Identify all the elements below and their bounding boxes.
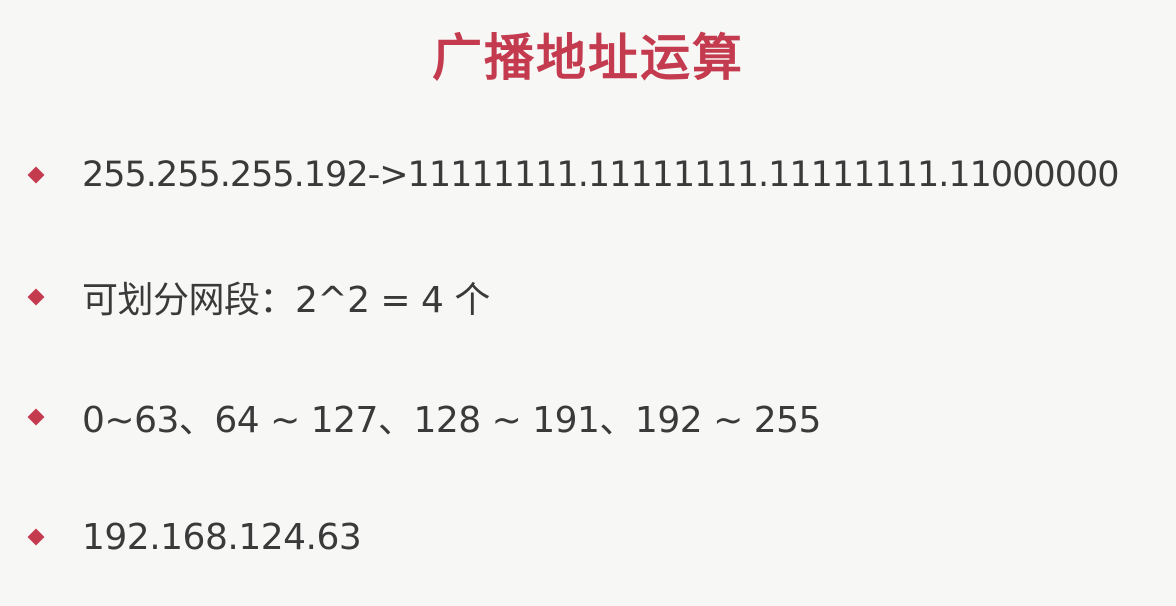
slide-title: 广播地址运算 [432, 29, 744, 87]
diamond-bullet-icon [27, 288, 45, 306]
bullet-text: 可划分网段：2^2 = 4 个 [82, 280, 490, 321]
diamond-bullet-icon [27, 528, 45, 546]
bullet-text: 192.168.124.63 [82, 516, 362, 558]
diamond-bullet-icon [27, 408, 45, 426]
diamond-bullet-icon [27, 166, 45, 184]
bullet-text: 0~63、64 ~ 127、128 ~ 191、192 ~ 255 [82, 400, 821, 441]
bullet-item: 255.255.255.192->11111111.11111111.11111… [27, 150, 1120, 200]
bullet-text: 255.255.255.192->11111111.11111111.11111… [82, 155, 1120, 195]
bullet-item: 0~63、64 ~ 127、128 ~ 191、192 ~ 255 [27, 392, 821, 442]
bullet-item: 192.168.124.63 [27, 512, 362, 562]
bullet-item: 可划分网段：2^2 = 4 个 [27, 272, 490, 322]
